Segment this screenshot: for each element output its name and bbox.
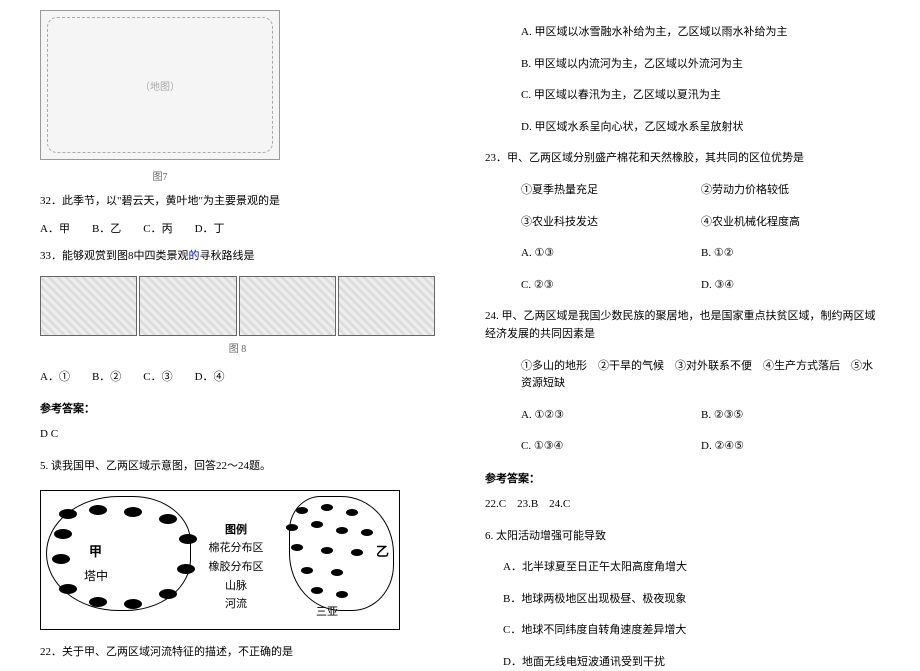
q33-options: A．① B．② C．③ D．④ bbox=[40, 369, 435, 387]
question-33: 33．能够观赏到图8中四类景观的寻秋路线是 bbox=[40, 248, 435, 266]
figure8-photos bbox=[40, 276, 435, 336]
q24-conditions: ①多山的地形 ②干旱的气候 ③对外联系不便 ④生产方式落后 ⑤水资源短缺 bbox=[485, 358, 880, 393]
q6-option-c: C．地球不同纬度自转角速度差异增大 bbox=[485, 622, 880, 640]
q24-opt-b: B. ②③⑤ bbox=[701, 407, 743, 425]
q23-text: 甲、乙两区域分别盛产棉花和天然橡胶，其共同的区位优势是 bbox=[507, 152, 804, 164]
q22-option-c: C. 甲区域以春汛为主，乙区域以夏汛为主 bbox=[485, 87, 880, 105]
q32-number: 32． bbox=[40, 195, 62, 207]
legend-mountain: 山脉 bbox=[196, 577, 276, 596]
question-22: 22．关于甲、乙两区域河流特征的描述，不正确的是 bbox=[40, 644, 435, 662]
q22-text: 关于甲、乙两区域河流特征的描述，不正确的是 bbox=[62, 646, 293, 658]
q33-text-part1: 能够观赏到图8中四类景观 bbox=[62, 250, 189, 262]
photo-1 bbox=[40, 276, 137, 336]
q24-opt-a: A. ①②③ bbox=[521, 407, 701, 425]
q32-text: 此季节，以"碧云天，黄叶地"为主要景观的是 bbox=[62, 195, 280, 207]
q23-opt-a: A. ①③ bbox=[521, 245, 701, 263]
legend-river: 河流 bbox=[196, 595, 276, 614]
label-tazhong: 塔中 bbox=[84, 567, 108, 584]
q6-text: 太阳活动增强可能导致 bbox=[493, 530, 606, 542]
q23-opt-c: C. ②③ bbox=[521, 277, 701, 295]
q23-cond1: ①夏季热量充足 bbox=[521, 182, 701, 200]
photo-4 bbox=[338, 276, 435, 336]
answer-header-right: 参考答案： bbox=[485, 470, 880, 486]
question-24: 24. 甲、乙两区域是我国少数民族的聚居地，也是国家重点扶贫区域，制约两区域经济… bbox=[485, 308, 880, 343]
label-jia: 甲 bbox=[89, 541, 102, 560]
q23-cond2: ②劳动力价格较低 bbox=[701, 182, 789, 200]
q22-option-b: B. 甲区域以内流河为主，乙区域以外流河为主 bbox=[485, 56, 880, 74]
region-map-figure: 甲 塔中 图例 棉花分布区 橡胶分布区 山脉 河流 乙 三 bbox=[40, 490, 400, 630]
q24-opt-d: D. ②④⑤ bbox=[701, 438, 744, 456]
q32-options: A．甲 B．乙 C．丙 D．丁 bbox=[40, 221, 435, 239]
q23-cond4: ④农业机械化程度高 bbox=[701, 214, 800, 232]
q6-option-a: A．北半球夏至日正午太阳高度角增大 bbox=[485, 559, 880, 577]
q5-number: 5. bbox=[40, 460, 48, 472]
q22-option-d: D. 甲区域水系呈向心状，乙区域水系呈放射状 bbox=[485, 119, 880, 137]
q6-number: 6. bbox=[485, 530, 493, 542]
answer-text-right: 22.C 23.B 24.C bbox=[485, 496, 880, 514]
question-23: 23．甲、乙两区域分别盛产棉花和天然橡胶，其共同的区位优势是 bbox=[485, 150, 880, 168]
q23-options-row2: C. ②③ D. ③④ bbox=[485, 277, 880, 295]
figure8-caption: 图 8 bbox=[40, 340, 435, 355]
q24-options-row1: A. ①②③ B. ②③⑤ bbox=[485, 407, 880, 425]
q33-link-word: 的 bbox=[189, 250, 200, 262]
map-figure-7: （地图） bbox=[40, 10, 280, 160]
q23-conditions-row1: ①夏季热量充足 ②劳动力价格较低 bbox=[485, 182, 880, 200]
q23-opt-b: B. ①② bbox=[701, 245, 734, 263]
q23-cond3: ③农业科技发达 bbox=[521, 214, 701, 232]
region-jia: 甲 塔中 bbox=[49, 499, 204, 621]
q22-number: 22． bbox=[40, 646, 62, 658]
answer-header-left: 参考答案： bbox=[40, 400, 435, 416]
figure7-caption: 图7 bbox=[40, 168, 280, 183]
q24-options-row2: C. ①③④ D. ②④⑤ bbox=[485, 438, 880, 456]
q24-opt-c: C. ①③④ bbox=[521, 438, 701, 456]
answer-text-left: D C bbox=[40, 426, 435, 444]
q33-number: 33． bbox=[40, 250, 62, 262]
q23-conditions-row2: ③农业科技发达 ④农业机械化程度高 bbox=[485, 214, 880, 232]
q33-text-part2: 寻秋路线是 bbox=[200, 250, 255, 262]
question-6: 6. 太阳活动增强可能导致 bbox=[485, 528, 880, 546]
q5-text: 读我国甲、乙两区域示意图，回答22～24题。 bbox=[48, 460, 271, 472]
legend-cotton: 棉花分布区 bbox=[196, 539, 276, 558]
question-32: 32．此季节，以"碧云天，黄叶地"为主要景观的是 bbox=[40, 193, 435, 211]
q23-number: 23． bbox=[485, 152, 507, 164]
photo-2 bbox=[139, 276, 236, 336]
q23-options-row1: A. ①③ B. ①② bbox=[485, 245, 880, 263]
q23-opt-d: D. ③④ bbox=[701, 277, 734, 295]
label-yi: 乙 bbox=[376, 541, 389, 560]
q6-option-d: D．地面无线电短波通讯受到干扰 bbox=[485, 654, 880, 671]
map-legend: 图例 棉花分布区 橡胶分布区 山脉 河流 bbox=[196, 521, 276, 614]
legend-title: 图例 bbox=[196, 521, 276, 540]
q22-option-a: A. 甲区域以冰雪融水补给为主，乙区域以雨水补给为主 bbox=[485, 24, 880, 42]
label-sanya: 三亚 bbox=[316, 603, 338, 619]
question-5: 5. 读我国甲、乙两区域示意图，回答22～24题。 bbox=[40, 458, 435, 476]
q6-option-b: B．地球两极地区出现极昼、极夜现象 bbox=[485, 591, 880, 609]
photo-3 bbox=[239, 276, 336, 336]
legend-rubber: 橡胶分布区 bbox=[196, 558, 276, 577]
region-yi: 乙 三亚 bbox=[276, 499, 391, 621]
